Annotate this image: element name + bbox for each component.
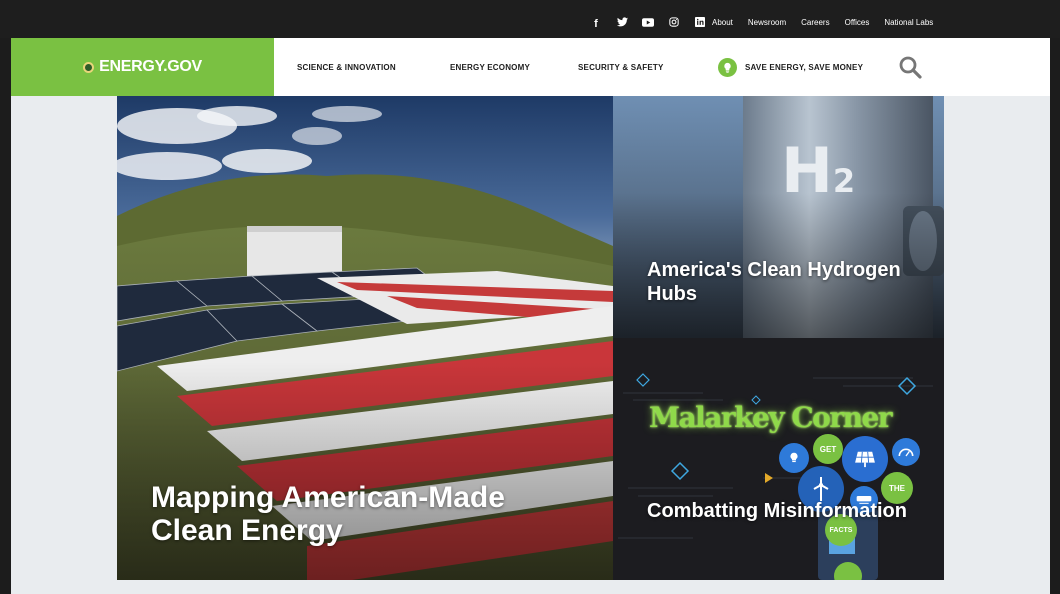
- h2-symbol: H2: [781, 140, 855, 212]
- nav-energy-economy[interactable]: ENERGY ECONOMY: [450, 63, 530, 72]
- offices-link[interactable]: Offices: [845, 18, 870, 27]
- malarkey-corner-logo: Malarkey Corner: [649, 401, 893, 434]
- hero-title[interactable]: Mapping American-Made Clean Energy: [151, 481, 571, 547]
- national-labs-link[interactable]: National Labs: [884, 18, 933, 27]
- h2-subscript: 2: [832, 162, 856, 200]
- lightbulb-icon: [779, 443, 809, 473]
- newsroom-link[interactable]: Newsroom: [748, 18, 786, 27]
- misinformation-title[interactable]: Combatting Misinformation: [647, 499, 907, 523]
- hydrogen-hubs-card[interactable]: H2 America's Clean Hydrogen Hubs: [613, 96, 944, 338]
- doe-seal-icon: [83, 61, 95, 73]
- h2-letter: H: [781, 134, 833, 207]
- youtube-icon[interactable]: [635, 16, 661, 32]
- careers-link[interactable]: Careers: [801, 18, 829, 27]
- social-links: f: [583, 16, 713, 32]
- search-icon[interactable]: [898, 55, 922, 79]
- hydrogen-hubs-title[interactable]: America's Clean Hydrogen Hubs: [647, 258, 944, 306]
- linkedin-icon[interactable]: [687, 16, 713, 32]
- logo-text: ENERGY.GOV: [99, 58, 202, 75]
- hero-card[interactable]: Mapping American-Made Clean Energy: [117, 96, 613, 580]
- site-logo[interactable]: ENERGY.GOV: [11, 38, 274, 96]
- content-area: Mapping American-Made Clean Energy H2 Am…: [11, 96, 1050, 594]
- nav-save-energy[interactable]: SAVE ENERGY, SAVE MONEY: [745, 63, 863, 72]
- page: f About Newsroom Careers Offices Nationa…: [0, 0, 1060, 594]
- lightbulb-icon: [718, 58, 737, 77]
- solar-panel-icon: [842, 436, 888, 482]
- about-link[interactable]: About: [712, 18, 733, 27]
- nav-science-innovation[interactable]: SCIENCE & INNOVATION: [297, 63, 396, 72]
- utility-bar: f About Newsroom Careers Offices Nationa…: [0, 0, 1060, 38]
- facebook-icon[interactable]: f: [583, 16, 609, 32]
- nav-security-safety[interactable]: SECURITY & SAFETY: [578, 63, 664, 72]
- utility-links: About Newsroom Careers Offices National …: [712, 18, 948, 27]
- gauge-icon: [892, 438, 920, 466]
- main-header: ENERGY.GOV SCIENCE & INNOVATION ENERGY E…: [11, 38, 1050, 96]
- instagram-icon[interactable]: [661, 16, 687, 32]
- twitter-icon[interactable]: [609, 16, 635, 32]
- get-bubble: GET: [813, 434, 843, 464]
- misinformation-card[interactable]: Malarkey Corner GET THE FACTS Combatting…: [613, 338, 944, 580]
